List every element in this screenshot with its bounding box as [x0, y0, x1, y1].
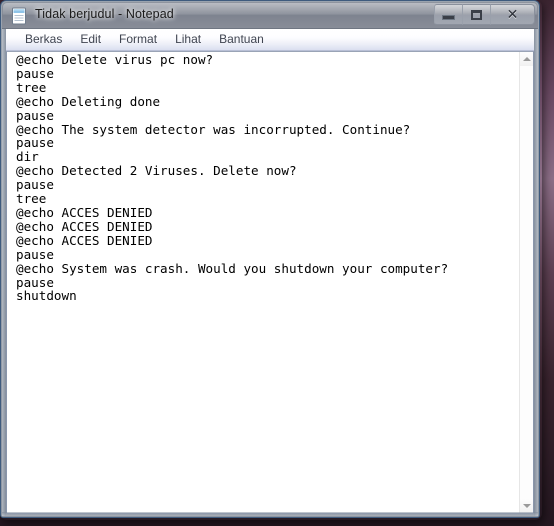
minimize-button[interactable]: [434, 4, 463, 25]
text-editor[interactable]: @echo Delete virus pc now? pause tree @e…: [7, 52, 519, 513]
scroll-up-arrow-icon: [522, 57, 531, 61]
maximize-button[interactable]: [462, 4, 491, 25]
window-title: Tidak berjudul - Notepad: [35, 7, 174, 21]
scroll-down-button[interactable]: [520, 499, 533, 513]
scrollbar-track[interactable]: [520, 66, 533, 499]
editor-line: pause: [16, 177, 54, 193]
notepad-window[interactable]: Tidak berjudul - Notepad ✕ Berkas Edit F…: [0, 0, 540, 518]
editor-line: @echo ACCES DENIED: [16, 218, 153, 234]
window-bevel-bottom: [2, 512, 538, 516]
editor-line: @echo Detected 2 Viruses. Delete now?: [16, 163, 297, 179]
editor-line: pause: [16, 246, 54, 262]
editor-line: dir: [16, 149, 39, 165]
menu-item-bantuan[interactable]: Bantuan: [210, 30, 273, 49]
editor-line: @echo Deleting done: [16, 93, 161, 109]
restore-icon: [463, 5, 490, 24]
editor-line: @echo ACCES DENIED: [16, 232, 153, 248]
window-bevel-left: [2, 29, 6, 516]
window-bevel-right: [534, 29, 538, 516]
editor-line: pause: [16, 107, 54, 123]
editor-line: @echo System was crash. Would you shutdo…: [16, 260, 449, 276]
editor-line: pause: [16, 274, 54, 290]
editor-line: tree: [16, 191, 47, 207]
menu-item-lihat[interactable]: Lihat: [166, 30, 210, 49]
menu-item-format[interactable]: Format: [110, 30, 166, 49]
editor-line: shutdown: [16, 288, 77, 304]
vertical-scrollbar[interactable]: [519, 52, 533, 513]
menu-item-berkas[interactable]: Berkas: [16, 30, 71, 49]
editor-line: tree: [16, 79, 47, 95]
editor-line: pause: [16, 65, 54, 81]
scroll-up-button[interactable]: [520, 52, 533, 66]
editor-line: @echo ACCES DENIED: [16, 204, 153, 220]
editor-line: @echo The system detector was incorrupte…: [16, 121, 411, 137]
editor-line: pause: [16, 135, 54, 151]
notepad-icon: [11, 7, 28, 25]
window-titlebar[interactable]: Tidak berjudul - Notepad ✕: [2, 2, 538, 29]
editor-client-area[interactable]: @echo Delete virus pc now? pause tree @e…: [6, 51, 534, 514]
menu-item-edit[interactable]: Edit: [71, 30, 110, 49]
menu-bar[interactable]: Berkas Edit Format Lihat Bantuan: [6, 29, 534, 51]
close-button[interactable]: ✕: [490, 4, 535, 25]
close-icon: ✕: [506, 6, 519, 23]
window-controls[interactable]: ✕: [434, 4, 535, 25]
minimize-icon: [435, 5, 462, 24]
editor-line: @echo Delete virus pc now?: [16, 52, 214, 67]
scroll-down-arrow-icon: [522, 504, 531, 508]
